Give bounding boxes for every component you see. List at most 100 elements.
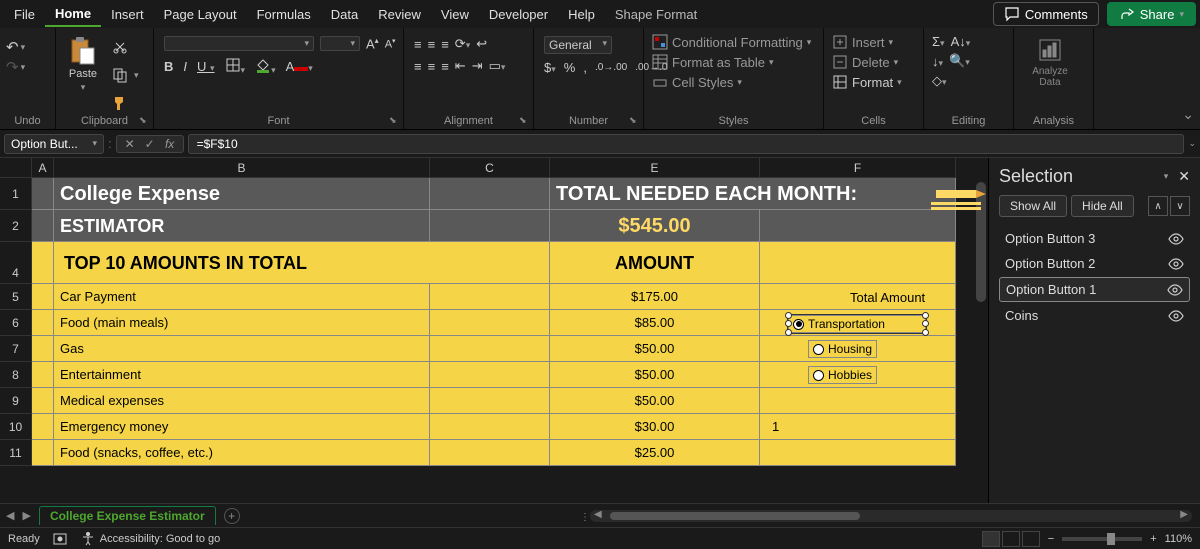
cell-amount[interactable]: $50.00 — [550, 336, 760, 362]
eye-icon[interactable] — [1168, 310, 1184, 322]
spreadsheet-grid[interactable]: A B C E F 1 College Expense TOTAL NEEDED… — [0, 158, 988, 503]
align-bottom-icon[interactable]: ≡ — [441, 37, 449, 52]
conditional-formatting-button[interactable]: Conditional Formatting▾ — [652, 34, 811, 50]
eye-icon[interactable] — [1167, 284, 1183, 296]
col-header-c[interactable]: C — [430, 158, 550, 178]
cell-label[interactable]: Food (snacks, coffee, etc.) — [54, 440, 430, 466]
cell-total-value[interactable]: $545.00 — [550, 210, 760, 242]
cell-amount[interactable]: $50.00 — [550, 388, 760, 414]
tab-prev-icon[interactable]: ◀ — [6, 509, 14, 522]
cell-label[interactable]: Food (main meals) — [54, 310, 430, 336]
copy-button[interactable] — [108, 64, 132, 86]
undo-icon[interactable]: ↶ — [6, 38, 19, 56]
zoom-level[interactable]: 110% — [1165, 533, 1192, 545]
view-page-layout-button[interactable] — [1002, 531, 1020, 547]
dialog-launcher-icon[interactable]: ⬊ — [139, 115, 151, 127]
align-middle-icon[interactable]: ≡ — [428, 37, 436, 52]
clear-icon[interactable]: ◇▾ — [932, 73, 947, 89]
move-up-button[interactable]: ∧ — [1148, 196, 1168, 216]
row-header[interactable]: 9 — [0, 388, 32, 414]
number-format-dropdown[interactable]: General▾ — [544, 36, 612, 54]
selection-pane-item[interactable]: Coins — [999, 304, 1190, 327]
option-button-housing[interactable]: Housing — [808, 340, 877, 358]
decrease-font-icon[interactable]: A▾ — [385, 37, 396, 51]
cell-amount[interactable]: $30.00 — [550, 414, 760, 440]
view-page-break-button[interactable] — [1022, 531, 1040, 547]
cell[interactable] — [430, 440, 550, 466]
bold-button[interactable]: B — [164, 59, 173, 74]
cell-top10[interactable]: TOP 10 AMOUNTS IN TOTAL — [54, 242, 550, 284]
zoom-out-button[interactable]: − — [1048, 533, 1054, 545]
comments-button[interactable]: Comments — [993, 2, 1099, 26]
cell-label[interactable]: Gas — [54, 336, 430, 362]
align-center-icon[interactable]: ≡ — [428, 59, 436, 74]
row-header[interactable]: 2 — [0, 210, 32, 242]
indent-decrease-icon[interactable]: ⇤ — [455, 58, 466, 74]
cell-amount[interactable]: $25.00 — [550, 440, 760, 466]
close-icon[interactable]: ✕ — [1178, 168, 1190, 185]
cell[interactable] — [32, 414, 54, 440]
cell-amount[interactable]: $175.00 — [550, 284, 760, 310]
menu-data[interactable]: Data — [321, 3, 368, 26]
increase-font-icon[interactable]: A▴ — [366, 36, 379, 51]
fill-color-button[interactable]: ▾ — [255, 57, 276, 76]
delete-cells-button[interactable]: Delete▾ — [832, 54, 898, 70]
currency-icon[interactable]: $▾ — [544, 60, 556, 75]
dialog-launcher-icon[interactable]: ⬊ — [629, 115, 641, 127]
cell[interactable] — [32, 440, 54, 466]
dialog-launcher-icon[interactable]: ⬊ — [389, 115, 401, 127]
menu-insert[interactable]: Insert — [101, 3, 154, 26]
find-icon[interactable]: 🔍▾ — [949, 53, 970, 69]
menu-file[interactable]: File — [4, 3, 45, 26]
row-header[interactable]: 7 — [0, 336, 32, 362]
option-button-transportation[interactable]: Transportation — [788, 315, 926, 333]
macro-icon[interactable] — [52, 531, 68, 547]
paste-button[interactable]: Paste ▾ — [62, 32, 104, 97]
cell-f[interactable]: 1 — [760, 414, 956, 440]
font-color-button[interactable]: A▾ — [286, 59, 313, 74]
comma-icon[interactable]: , — [583, 60, 587, 75]
merge-icon[interactable]: ▭▾ — [489, 58, 506, 74]
zoom-slider[interactable] — [1062, 537, 1142, 541]
format-cells-button[interactable]: Format▾ — [832, 74, 902, 90]
option-button-hobbies[interactable]: Hobbies — [808, 366, 877, 384]
align-right-icon[interactable]: ≡ — [441, 59, 449, 74]
cell-amount[interactable]: $85.00 — [550, 310, 760, 336]
menu-view[interactable]: View — [431, 3, 479, 26]
orientation-icon[interactable]: ⟳▾ — [455, 36, 470, 52]
cell-subtitle[interactable]: ESTIMATOR — [54, 210, 430, 242]
align-left-icon[interactable]: ≡ — [414, 59, 422, 74]
percent-icon[interactable]: % — [564, 60, 576, 75]
accessibility-status[interactable]: Accessibility: Good to go — [80, 531, 220, 547]
row-header[interactable]: 8 — [0, 362, 32, 388]
menu-page-layout[interactable]: Page Layout — [154, 3, 247, 26]
increase-decimal-icon[interactable]: .0→.00 — [595, 62, 627, 73]
cell-amount[interactable]: $50.00 — [550, 362, 760, 388]
format-painter-button[interactable] — [108, 92, 132, 114]
underline-button[interactable]: U ▾ — [197, 59, 215, 74]
menu-help[interactable]: Help — [558, 3, 605, 26]
cell[interactable] — [32, 362, 54, 388]
dialog-launcher-icon[interactable]: ⬊ — [519, 115, 531, 127]
menu-review[interactable]: Review — [368, 3, 431, 26]
share-button[interactable]: Share ▾ — [1107, 2, 1196, 26]
autosum-icon[interactable]: Σ▾ — [932, 34, 945, 49]
cell[interactable] — [32, 310, 54, 336]
cell-label[interactable]: Car Payment — [54, 284, 430, 310]
cell-f[interactable] — [760, 440, 956, 466]
cell[interactable] — [430, 284, 550, 310]
font-size-dropdown[interactable]: ▾ — [320, 36, 360, 51]
zoom-in-button[interactable]: + — [1150, 533, 1156, 545]
add-sheet-button[interactable]: + — [224, 508, 240, 524]
row-header[interactable]: 1 — [0, 178, 32, 210]
italic-button[interactable]: I — [183, 59, 187, 74]
analyze-data-button[interactable]: Analyze Data — [1020, 32, 1080, 92]
cell[interactable] — [32, 388, 54, 414]
menu-home[interactable]: Home — [45, 2, 101, 27]
show-all-button[interactable]: Show All — [999, 195, 1067, 217]
row-header[interactable]: 4 — [0, 242, 32, 284]
col-header-e[interactable]: E — [550, 158, 760, 178]
format-as-table-button[interactable]: Format as Table▾ — [652, 54, 774, 70]
cell-total-label[interactable]: TOTAL NEEDED EACH MONTH: — [550, 178, 956, 210]
menu-formulas[interactable]: Formulas — [247, 3, 321, 26]
